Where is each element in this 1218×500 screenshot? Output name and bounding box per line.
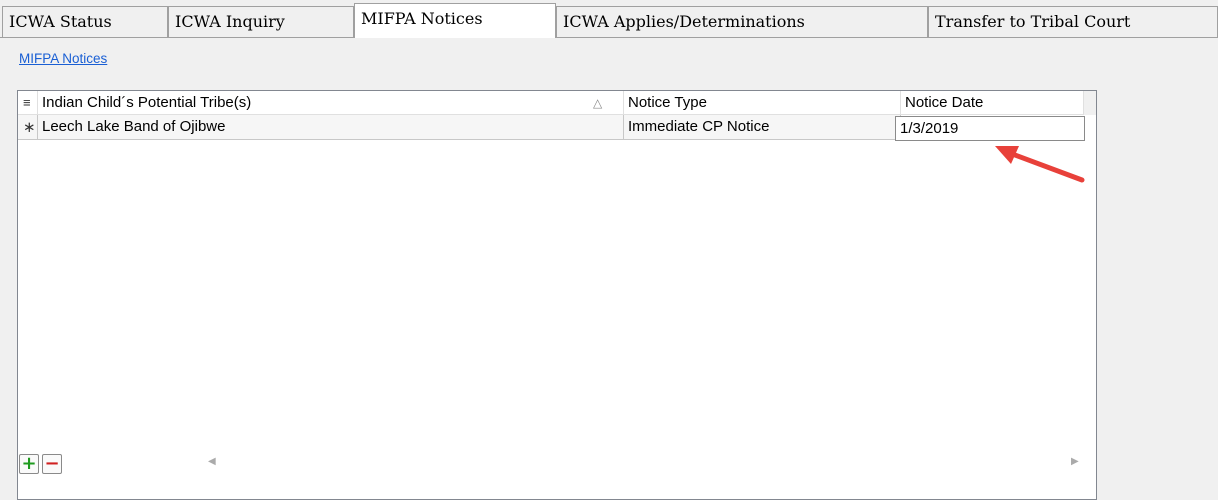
row-indicator: ∗ (18, 115, 38, 140)
plus-icon: + (21, 453, 37, 474)
table-row-notice-type-cell[interactable]: Immediate CP Notice (624, 115, 901, 140)
column-header-notice-type[interactable]: Notice Type (624, 91, 901, 115)
tab-icwa-applies-determinations[interactable]: ICWA Applies/Determinations (556, 6, 928, 37)
scroll-left-icon[interactable]: ◀ (208, 456, 216, 467)
remove-row-button[interactable]: − (42, 454, 62, 474)
annotation-arrow-icon (995, 146, 1085, 183)
table-row-tribe-cell[interactable]: Leech Lake Band of Ojibwe (38, 115, 624, 140)
header-filler (1084, 91, 1096, 115)
sort-ascending-icon: △ (593, 96, 603, 110)
column-chooser-header[interactable]: ≡ (18, 91, 38, 115)
scroll-right-icon[interactable]: ▶ (1071, 456, 1079, 467)
asterisk-icon: ∗ (23, 119, 36, 136)
column-header-notice-date[interactable]: Notice Date (901, 91, 1084, 115)
column-header-notice-date-label: Notice Date (905, 94, 984, 111)
column-header-tribe[interactable]: Indian Child´s Potential Tribe(s) △ (38, 91, 624, 115)
notice-date-input[interactable]: 1/3/2019 (895, 116, 1085, 141)
tab-divider (0, 37, 1218, 38)
tab-strip: ICWA Status ICWA Inquiry MIFPA Notices I… (0, 0, 1218, 38)
column-header-tribe-label: Indian Child´s Potential Tribe(s) (42, 94, 252, 111)
notices-grid[interactable]: ≡ Indian Child´s Potential Tribe(s) △ No… (17, 90, 1097, 500)
tab-mifpa-notices[interactable]: MIFPA Notices (354, 3, 556, 38)
minus-icon: − (44, 453, 60, 474)
tab-icwa-inquiry[interactable]: ICWA Inquiry (168, 6, 354, 37)
grid-menu-icon[interactable]: ≡ (23, 91, 31, 114)
add-row-button[interactable]: + (19, 454, 39, 474)
tab-transfer-to-tribal-court[interactable]: Transfer to Tribal Court (928, 6, 1218, 37)
column-header-notice-type-label: Notice Type (628, 94, 707, 111)
mifpa-notices-link[interactable]: MIFPA Notices (19, 51, 107, 66)
tab-icwa-status[interactable]: ICWA Status (2, 6, 168, 37)
